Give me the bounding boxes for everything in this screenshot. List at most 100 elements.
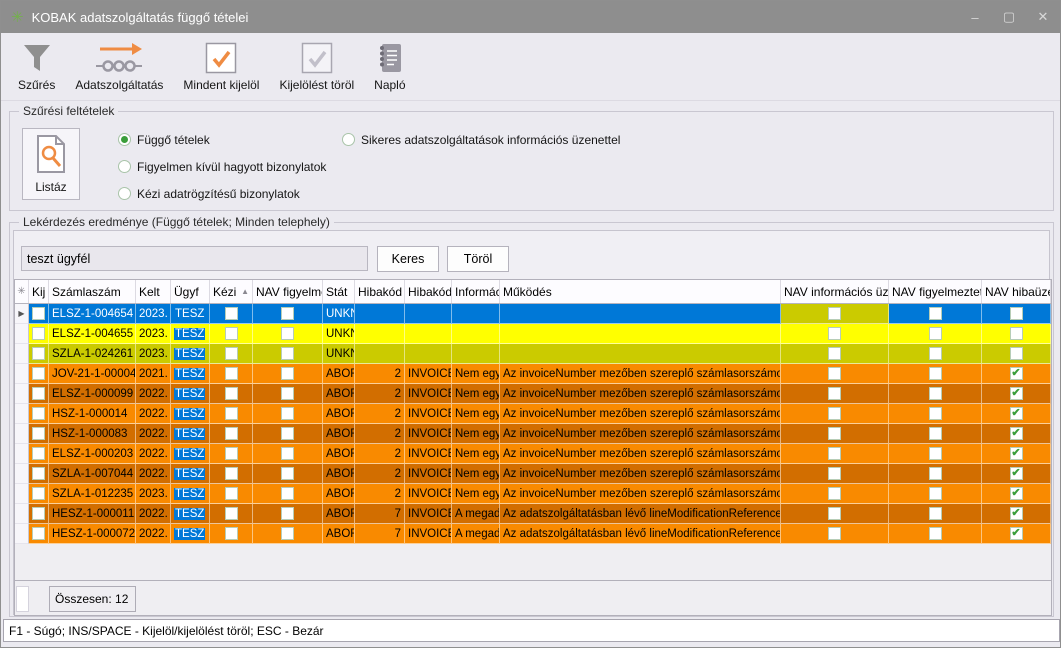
cell-nav_figyelmeztetes[interactable] [889,344,982,364]
cell-nav_hibauzenet[interactable] [982,364,1051,384]
checkbox-nav_figyelmeztetes[interactable] [929,427,942,440]
keres-button[interactable]: Keres [377,246,439,272]
cell-nav_info_uzenet[interactable] [781,324,889,344]
radio-icon[interactable] [118,133,131,146]
toolbar-button-szures[interactable]: Szűrés [15,38,58,92]
checkbox-kij[interactable] [32,427,45,440]
cell-kij[interactable] [29,324,49,344]
checkbox-nav_info_uzenet[interactable] [828,367,841,380]
cell-nav_figyelmez[interactable] [253,484,323,504]
cell-nav_figyelmez[interactable] [253,444,323,464]
cell-nav_info_uzenet[interactable] [781,304,889,324]
toolbar-button-kijelolest-torol[interactable]: Kijelölést töröl [276,38,357,92]
cell-nav_figyelmez[interactable] [253,344,323,364]
checkbox-nav_figyelmeztetes[interactable] [929,367,942,380]
table-row[interactable]: ELSZ-1-0046552023.TESZUNKN [15,324,1051,344]
cell-kij[interactable] [29,404,49,424]
toolbar-button-naplo[interactable]: Napló [371,38,408,92]
cell-nav_info_uzenet[interactable] [781,344,889,364]
torol-button[interactable]: Töröl [447,246,509,272]
cell-nav_figyelmeztetes[interactable] [889,304,982,324]
checkbox-nav_info_uzenet[interactable] [828,307,841,320]
checkbox-kezi[interactable] [225,327,238,340]
checkbox-nav_info_uzenet[interactable] [828,487,841,500]
cell-nav_figyelmez[interactable] [253,404,323,424]
cell-kezi[interactable] [210,364,253,384]
cell-kezi[interactable] [210,484,253,504]
column-header-mukodes[interactable]: Működés [500,280,781,303]
checkbox-nav_hibauzenet[interactable] [1010,507,1023,520]
cell-nav_info_uzenet[interactable] [781,484,889,504]
cell-nav_figyelmeztetes[interactable] [889,424,982,444]
column-header-kezi[interactable]: Kézi▲ [210,280,253,303]
cell-nav_info_uzenet[interactable] [781,424,889,444]
checkbox-nav_info_uzenet[interactable] [828,327,841,340]
cell-kezi[interactable] [210,344,253,364]
checkbox-nav_hibauzenet[interactable] [1010,467,1023,480]
table-row[interactable]: HSZ-1-0000832022.TESZABOR2INVOICENem egy… [15,424,1051,444]
cell-nav_hibauzenet[interactable] [982,524,1051,544]
cell-nav_info_uzenet[interactable] [781,364,889,384]
cell-nav_figyelmez[interactable] [253,424,323,444]
maximize-button[interactable]: ▢ [992,1,1026,33]
checkbox-nav_figyelmez[interactable] [281,407,294,420]
radio-icon[interactable] [118,187,131,200]
cell-nav_figyelmez[interactable] [253,304,323,324]
checkbox-kezi[interactable] [225,347,238,360]
cell-kij[interactable] [29,344,49,364]
checkbox-nav_figyelmeztetes[interactable] [929,527,942,540]
table-row[interactable]: ELSZ-1-0002032022.TESZABOR2INVOICENem eg… [15,444,1051,464]
cell-nav_hibauzenet[interactable] [982,344,1051,364]
checkbox-nav_info_uzenet[interactable] [828,427,841,440]
cell-kezi[interactable] [210,464,253,484]
checkbox-kezi[interactable] [225,487,238,500]
checkbox-kij[interactable] [32,407,45,420]
checkbox-nav_figyelmez[interactable] [281,347,294,360]
table-row[interactable]: JOV-21-1-0000412021.TESZABOR2INVOICENem … [15,364,1051,384]
checkbox-nav_hibauzenet[interactable] [1010,347,1023,360]
cell-nav_figyelmez[interactable] [253,384,323,404]
table-row[interactable]: SZLA-1-0122352023.TESZABOR2INVOICENem eg… [15,484,1051,504]
checkbox-nav_hibauzenet[interactable] [1010,487,1023,500]
cell-nav_figyelmeztetes[interactable] [889,404,982,424]
checkbox-kezi[interactable] [225,447,238,460]
column-header-kij[interactable]: Kij [29,280,49,303]
checkbox-nav_figyelmez[interactable] [281,507,294,520]
table-row[interactable]: ▶ELSZ-1-0046542023.TESZUNKN [15,304,1051,324]
checkbox-kij[interactable] [32,367,45,380]
close-button[interactable]: ✕ [1026,1,1060,33]
cell-kezi[interactable] [210,424,253,444]
cell-nav_info_uzenet[interactable] [781,524,889,544]
cell-nav_figyelmez[interactable] [253,504,323,524]
checkbox-kezi[interactable] [225,467,238,480]
checkbox-nav_hibauzenet[interactable] [1010,427,1023,440]
checkbox-nav_figyelmez[interactable] [281,527,294,540]
cell-nav_hibauzenet[interactable] [982,424,1051,444]
cell-nav_figyelmeztetes[interactable] [889,364,982,384]
cell-nav_hibauzenet[interactable] [982,464,1051,484]
listaz-button[interactable]: Listáz [22,128,80,200]
cell-kij[interactable] [29,524,49,544]
cell-nav_figyelmeztetes[interactable] [889,504,982,524]
checkbox-kezi[interactable] [225,407,238,420]
table-row[interactable]: SZLA-1-0070442022.TESZABOR2INVOICENem eg… [15,464,1051,484]
checkbox-nav_figyelmez[interactable] [281,307,294,320]
cell-kij[interactable] [29,464,49,484]
checkbox-kezi[interactable] [225,367,238,380]
cell-kij[interactable] [29,504,49,524]
checkbox-kezi[interactable] [225,307,238,320]
checkbox-nav_figyelmez[interactable] [281,387,294,400]
checkbox-nav_hibauzenet[interactable] [1010,387,1023,400]
column-header-ugyfel[interactable]: Ügyf [171,280,210,303]
cell-kezi[interactable] [210,304,253,324]
cell-kezi[interactable] [210,524,253,544]
cell-kij[interactable] [29,384,49,404]
cell-nav_hibauzenet[interactable] [982,504,1051,524]
radio-icon[interactable] [342,133,355,146]
minimize-button[interactable]: – [958,1,992,33]
cell-nav_figyelmeztetes[interactable] [889,484,982,504]
checkbox-kij[interactable] [32,527,45,540]
titlebar[interactable]: ✳ KOBAK adatszolgáltatás függő tételei –… [1,1,1060,33]
cell-kij[interactable] [29,424,49,444]
cell-nav_hibauzenet[interactable] [982,384,1051,404]
